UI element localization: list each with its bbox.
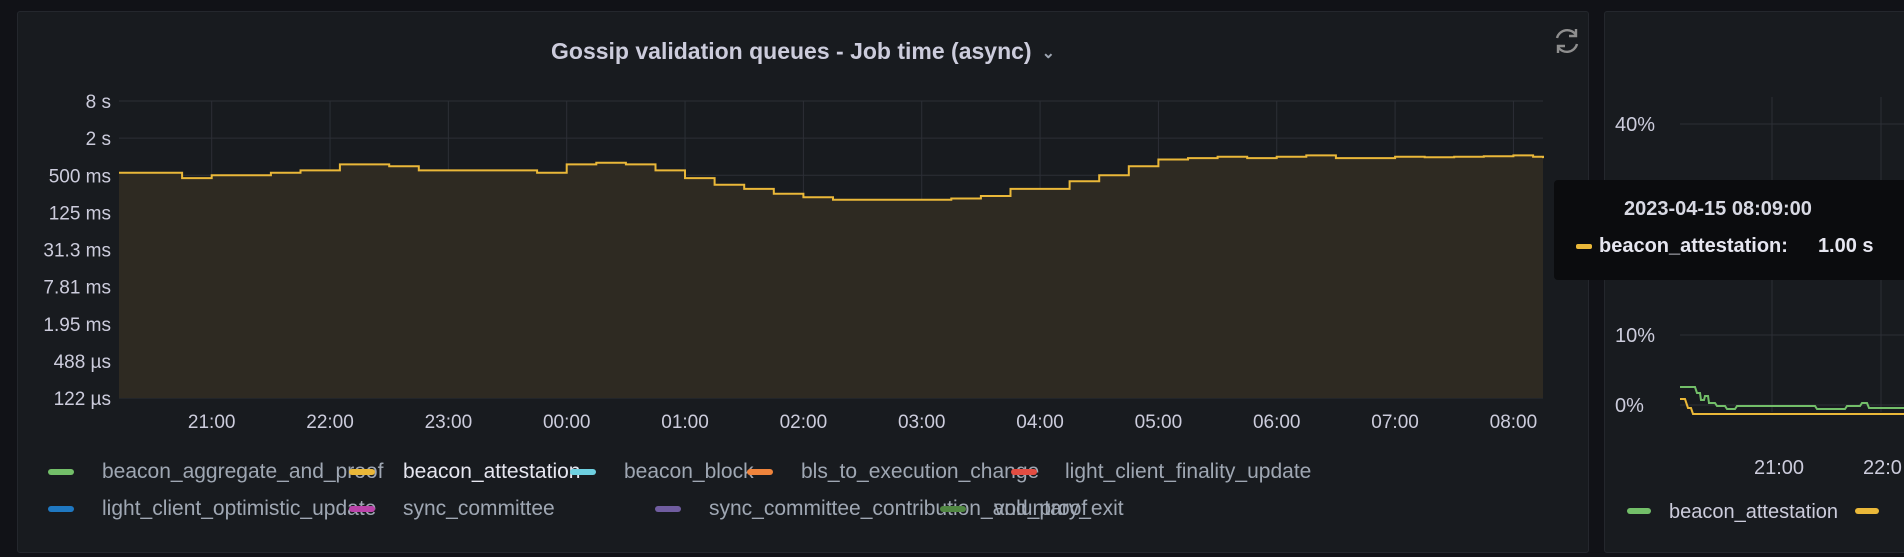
legend-swatch bbox=[655, 506, 681, 512]
tooltip-series-name: beacon_attestation: bbox=[1599, 235, 1788, 257]
legend-label: bls_to_execution_change bbox=[801, 460, 1040, 483]
legend-label: voluntary_exit bbox=[994, 497, 1124, 520]
legend-item[interactable]: bls_to_execution_change bbox=[747, 460, 1039, 484]
legend-swatch bbox=[349, 506, 375, 512]
legend-label: beacon_block bbox=[624, 460, 754, 483]
tooltip-series-swatch bbox=[1576, 244, 1592, 249]
tooltip-time: 2023-04-15 08:09:00 bbox=[1624, 198, 1812, 220]
legend-swatch bbox=[747, 469, 773, 475]
legend-swatch bbox=[1011, 469, 1037, 475]
x-tick-label: 05:00 bbox=[1135, 412, 1183, 433]
legend-item[interactable]: light_client_finality_update bbox=[1011, 460, 1311, 484]
x-tick-label: 22:00 bbox=[306, 412, 354, 433]
secondary-chart[interactable]: 40% 10% 0% 21:00 22:0 beacon_attestation bbox=[1605, 12, 1904, 552]
job-time-panel: Gossip validation queues - Job time (asy… bbox=[17, 11, 1589, 553]
y-tick-label: 500 ms bbox=[49, 166, 111, 187]
secondary-panel: 40% 10% 0% 21:00 22:0 beacon_attestation bbox=[1604, 11, 1904, 553]
x-tick-label: 00:00 bbox=[543, 412, 591, 433]
y-tick-label: 10% bbox=[1615, 325, 1655, 347]
legend-label: beacon_aggregate_and_proof bbox=[102, 460, 384, 483]
legend-item[interactable]: voluntary_exit bbox=[940, 497, 1124, 521]
y-tick-label: 40% bbox=[1615, 114, 1655, 136]
y-tick-label: 8 s bbox=[86, 92, 111, 113]
legend-item[interactable]: beacon_block bbox=[570, 460, 754, 484]
legend-swatch bbox=[48, 506, 74, 512]
legend-label: beacon_attestation bbox=[1669, 501, 1838, 523]
legend-label: light_client_finality_update bbox=[1065, 460, 1312, 483]
hover-tooltip: 2023-04-15 08:09:00 beacon_attestation: … bbox=[1554, 180, 1904, 280]
job-time-chart[interactable]: 8 s 2 s 500 ms 125 ms 31.3 ms 7.81 ms 1.95 ms 4… bbox=[18, 12, 1588, 452]
x-tick-label: 06:00 bbox=[1253, 412, 1301, 433]
x-tick-label: 22:0 bbox=[1863, 457, 1902, 479]
legend-swatch bbox=[1627, 508, 1651, 514]
series-area-beacon_attestation bbox=[119, 155, 1543, 398]
y-tick-label: 0% bbox=[1615, 395, 1644, 417]
legend-label: light_client_optimistic_update bbox=[102, 497, 377, 520]
legend-swatch bbox=[48, 469, 74, 475]
legend-item[interactable]: sync_committee bbox=[349, 497, 555, 521]
legend-item[interactable]: light_client_optimistic_update bbox=[48, 497, 376, 521]
x-tick-label: 04:00 bbox=[1016, 412, 1064, 433]
tooltip-value: 1.00 s bbox=[1817, 235, 1874, 257]
legend-swatch bbox=[570, 469, 596, 475]
y-tick-label: 122 µs bbox=[54, 389, 111, 410]
y-tick-label: 1.95 ms bbox=[43, 315, 111, 336]
x-tick-label: 02:00 bbox=[780, 412, 828, 433]
tooltip-row: beacon_attestation: 1.00 s bbox=[1576, 235, 1874, 258]
legend-swatch bbox=[1855, 508, 1879, 514]
legend-label: sync_committee bbox=[403, 497, 555, 520]
y-tick-label: 31.3 ms bbox=[43, 241, 111, 262]
y-tick-label: 488 µs bbox=[54, 352, 111, 373]
y-tick-label: 7.81 ms bbox=[43, 278, 111, 299]
y-tick-label: 125 ms bbox=[49, 203, 111, 224]
x-tick-label: 07:00 bbox=[1371, 412, 1419, 433]
secondary-series-green bbox=[1680, 386, 1904, 410]
x-tick-label: 08:00 bbox=[1490, 412, 1538, 433]
legend-swatch bbox=[349, 469, 375, 475]
legend-label: beacon_attestation bbox=[403, 460, 581, 483]
x-tick-label: 21:00 bbox=[1754, 457, 1804, 479]
x-tick-label: 03:00 bbox=[898, 412, 946, 433]
legend-item[interactable]: beacon_attestation bbox=[349, 460, 580, 484]
legend-item[interactable]: beacon_aggregate_and_proof bbox=[48, 460, 383, 484]
x-tick-label: 01:00 bbox=[661, 412, 709, 433]
legend-swatch bbox=[940, 506, 966, 512]
x-tick-label: 23:00 bbox=[425, 412, 473, 433]
y-tick-label: 2 s bbox=[86, 129, 111, 150]
x-tick-label: 21:00 bbox=[188, 412, 236, 433]
